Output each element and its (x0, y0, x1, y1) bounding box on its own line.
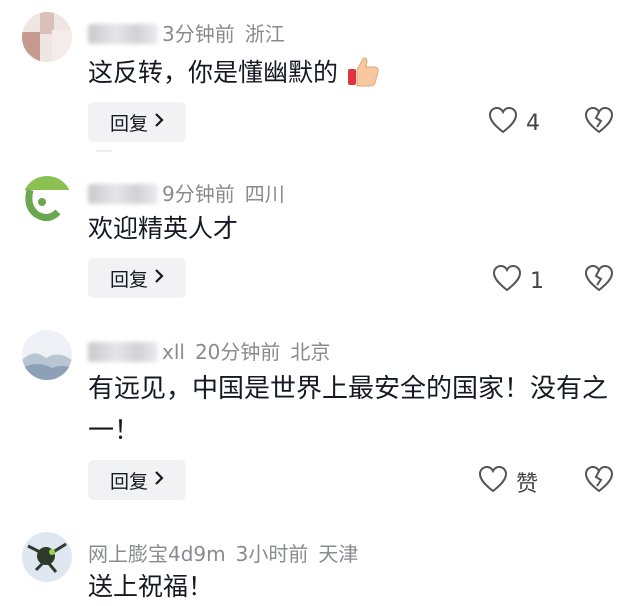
comment-text: 这反转，你是懂幽默的 (88, 54, 628, 98)
comment-text: 送上祝福！ (88, 572, 214, 601)
dislike-button[interactable] (584, 465, 614, 497)
thumbs-up-emoji (346, 55, 380, 98)
chevron-right-icon (154, 112, 164, 133)
like-button[interactable]: 赞 (478, 465, 538, 499)
like-label: 赞 (516, 472, 539, 497)
comment-meta: 3分钟前 浙江 (88, 18, 285, 47)
reply-button[interactable]: 回复 (88, 102, 186, 142)
avatar[interactable] (22, 532, 72, 582)
broken-heart-icon (584, 106, 614, 138)
like-button[interactable]: 4 (488, 106, 540, 140)
like-button[interactable]: 1 (492, 264, 544, 298)
comment-location: 浙江 (244, 22, 285, 46)
comment-text-content: 这反转，你是懂幽默的 (88, 58, 339, 87)
comment-text: 有远见，中国是世界上最安全的国家！没有之一！ (88, 374, 609, 446)
username-blurred[interactable] (88, 184, 158, 204)
comment-location: 北京 (290, 340, 331, 364)
heart-outline-icon (492, 264, 522, 298)
comment-meta: 9分钟前 四川 (88, 178, 285, 207)
heart-outline-icon (478, 465, 508, 499)
comment-location: 四川 (244, 182, 285, 206)
comment-meta: xll 20分钟前 北京 (88, 336, 330, 365)
chevron-right-icon (154, 470, 164, 491)
broken-heart-icon (584, 465, 614, 497)
comment-time: 3分钟前 (162, 22, 235, 46)
comment-username[interactable]: 网上膨宝4d9m (88, 542, 226, 566)
divider (96, 150, 112, 152)
chevron-right-icon (154, 268, 164, 289)
dislike-button[interactable] (584, 106, 614, 138)
comment-meta: 网上膨宝4d9m 3小时前 天津 (88, 538, 358, 567)
dislike-button[interactable] (584, 264, 614, 296)
reply-label: 回复 (109, 268, 148, 291)
avatar[interactable] (22, 12, 72, 62)
avatar[interactable] (22, 330, 72, 380)
reply-button[interactable]: 回复 (88, 460, 186, 500)
comment-location: 天津 (318, 542, 359, 566)
reply-label: 回复 (109, 112, 148, 135)
username-blurred[interactable] (88, 342, 158, 362)
comment-time: 20分钟前 (194, 340, 281, 364)
heart-outline-icon (488, 106, 518, 140)
username-blurred[interactable] (88, 24, 158, 44)
reply-button[interactable]: 回复 (88, 258, 186, 298)
comment-username[interactable]: xll (162, 340, 185, 364)
like-count: 4 (526, 110, 540, 136)
like-count: 1 (530, 268, 544, 294)
comment-time: 3小时前 (235, 542, 309, 566)
broken-heart-icon (584, 264, 614, 296)
reply-label: 回复 (109, 470, 148, 493)
avatar[interactable] (22, 176, 72, 226)
comment-time: 9分钟前 (162, 182, 235, 206)
comment-text: 欢迎精英人才 (88, 214, 239, 243)
